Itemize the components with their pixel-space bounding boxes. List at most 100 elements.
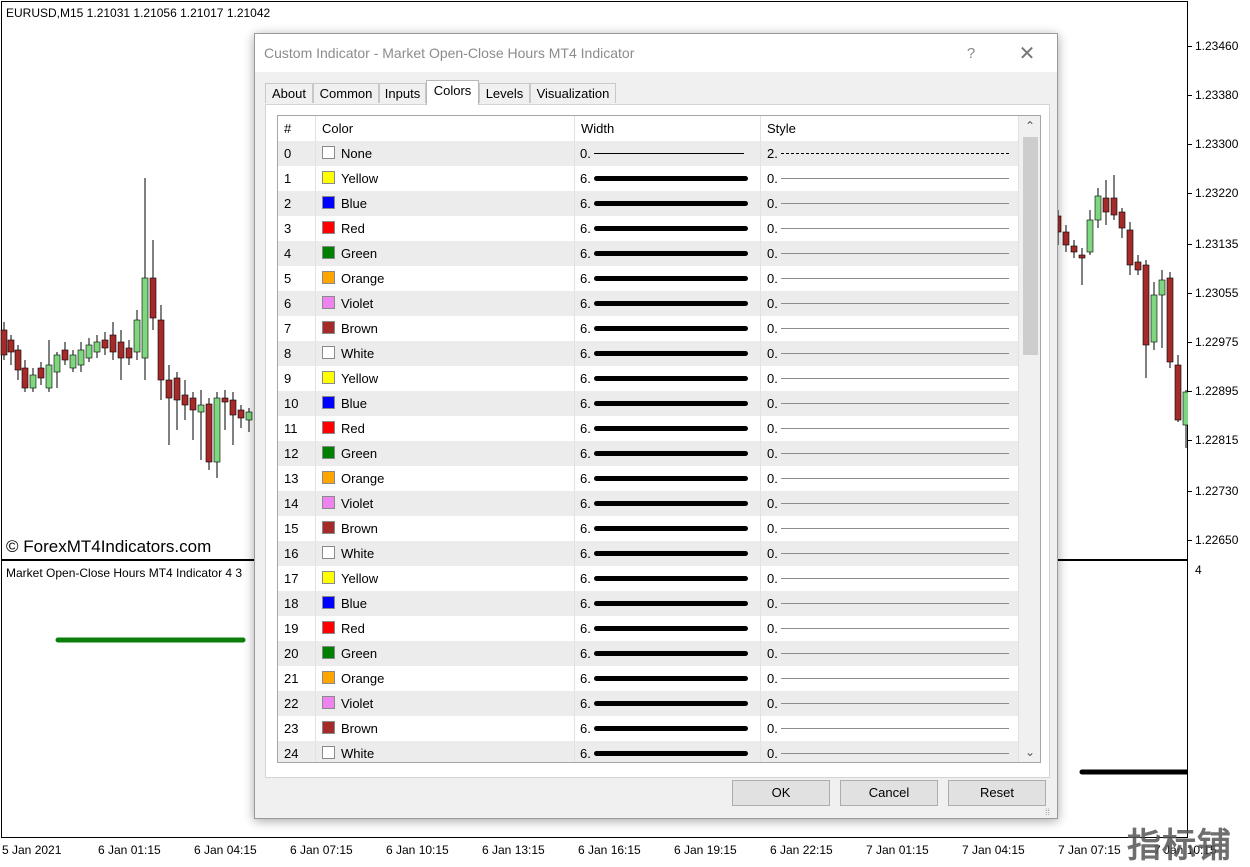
- tab-visualization[interactable]: Visualization: [530, 83, 616, 103]
- style-cell[interactable]: 0.: [761, 541, 1018, 566]
- style-cell[interactable]: 0.: [761, 166, 1018, 191]
- colors-list[interactable]: # Color Width Style 0 None 0. 2. 1 Yellow 6. 0.…: [277, 115, 1041, 763]
- list-item[interactable]: 7 Brown 6. 0.: [278, 316, 1018, 341]
- width-cell[interactable]: 6.: [575, 716, 761, 741]
- width-cell[interactable]: 6.: [575, 341, 761, 366]
- list-item[interactable]: 24 White 6. 0.: [278, 741, 1018, 762]
- color-cell[interactable]: Brown: [316, 316, 575, 341]
- list-item[interactable]: 14 Violet 6. 0.: [278, 491, 1018, 516]
- width-cell[interactable]: 0.: [575, 141, 761, 166]
- list-item[interactable]: 2 Blue 6. 0.: [278, 191, 1018, 216]
- color-cell[interactable]: Violet: [316, 491, 575, 516]
- dialog-titlebar[interactable]: Custom Indicator - Market Open-Close Hou…: [255, 34, 1057, 72]
- list-item[interactable]: 16 White 6. 0.: [278, 541, 1018, 566]
- color-cell[interactable]: Red: [316, 416, 575, 441]
- width-cell[interactable]: 6.: [575, 416, 761, 441]
- color-cell[interactable]: Blue: [316, 591, 575, 616]
- list-item[interactable]: 10 Blue 6. 0.: [278, 391, 1018, 416]
- list-item[interactable]: 5 Orange 6. 0.: [278, 266, 1018, 291]
- width-cell[interactable]: 6.: [575, 241, 761, 266]
- color-cell[interactable]: Green: [316, 441, 575, 466]
- style-cell[interactable]: 0.: [761, 341, 1018, 366]
- ok-button[interactable]: OK: [732, 780, 830, 806]
- color-cell[interactable]: Yellow: [316, 166, 575, 191]
- width-cell[interactable]: 6.: [575, 516, 761, 541]
- list-item[interactable]: 0 None 0. 2.: [278, 141, 1018, 166]
- width-cell[interactable]: 6.: [575, 591, 761, 616]
- color-cell[interactable]: Orange: [316, 266, 575, 291]
- list-item[interactable]: 9 Yellow 6. 0.: [278, 366, 1018, 391]
- chevron-down-icon[interactable]: ⌄: [1019, 742, 1040, 762]
- list-item[interactable]: 12 Green 6. 0.: [278, 441, 1018, 466]
- style-cell[interactable]: 0.: [761, 641, 1018, 666]
- style-cell[interactable]: 0.: [761, 666, 1018, 691]
- scrollbar-thumb[interactable]: [1023, 137, 1038, 355]
- width-cell[interactable]: 6.: [575, 291, 761, 316]
- reset-button[interactable]: Reset: [948, 780, 1046, 806]
- column-header-style[interactable]: Style: [761, 116, 1018, 141]
- color-cell[interactable]: Yellow: [316, 366, 575, 391]
- list-item[interactable]: 21 Orange 6. 0.: [278, 666, 1018, 691]
- color-cell[interactable]: Green: [316, 241, 575, 266]
- style-cell[interactable]: 0.: [761, 391, 1018, 416]
- column-header-index[interactable]: #: [278, 116, 316, 141]
- width-cell[interactable]: 6.: [575, 691, 761, 716]
- color-cell[interactable]: Orange: [316, 466, 575, 491]
- color-cell[interactable]: Orange: [316, 666, 575, 691]
- list-item[interactable]: 23 Brown 6. 0.: [278, 716, 1018, 741]
- tab-levels[interactable]: Levels: [479, 83, 530, 103]
- column-header-color[interactable]: Color: [316, 116, 575, 141]
- style-cell[interactable]: 0.: [761, 741, 1018, 762]
- style-cell[interactable]: 0.: [761, 266, 1018, 291]
- width-cell[interactable]: 6.: [575, 666, 761, 691]
- color-cell[interactable]: White: [316, 341, 575, 366]
- color-cell[interactable]: Violet: [316, 691, 575, 716]
- width-cell[interactable]: 6.: [575, 566, 761, 591]
- list-item[interactable]: 19 Red 6. 0.: [278, 616, 1018, 641]
- time-axis[interactable]: 5 Jan 2021 6 Jan 01:15 6 Jan 04:15 6 Jan 07…: [0, 839, 1217, 861]
- color-cell[interactable]: White: [316, 541, 575, 566]
- chevron-up-icon[interactable]: ⌃: [1019, 116, 1040, 136]
- style-cell[interactable]: 0.: [761, 416, 1018, 441]
- color-cell[interactable]: Brown: [316, 516, 575, 541]
- color-cell[interactable]: Brown: [316, 716, 575, 741]
- width-cell[interactable]: 6.: [575, 641, 761, 666]
- list-item[interactable]: 4 Green 6. 0.: [278, 241, 1018, 266]
- width-cell[interactable]: 6.: [575, 491, 761, 516]
- style-cell[interactable]: 0.: [761, 191, 1018, 216]
- style-cell[interactable]: 0.: [761, 616, 1018, 641]
- style-cell[interactable]: 0.: [761, 591, 1018, 616]
- style-cell[interactable]: 0.: [761, 366, 1018, 391]
- color-cell[interactable]: Blue: [316, 191, 575, 216]
- style-cell[interactable]: 0.: [761, 241, 1018, 266]
- width-cell[interactable]: 6.: [575, 191, 761, 216]
- width-cell[interactable]: 6.: [575, 216, 761, 241]
- width-cell[interactable]: 6.: [575, 166, 761, 191]
- tab-inputs[interactable]: Inputs: [379, 83, 426, 103]
- width-cell[interactable]: 6.: [575, 441, 761, 466]
- help-button[interactable]: ?: [959, 43, 983, 65]
- width-cell[interactable]: 6.: [575, 616, 761, 641]
- tab-colors[interactable]: Colors: [426, 80, 479, 105]
- list-item[interactable]: 20 Green 6. 0.: [278, 641, 1018, 666]
- width-cell[interactable]: 6.: [575, 316, 761, 341]
- width-cell[interactable]: 6.: [575, 541, 761, 566]
- list-item[interactable]: 11 Red 6. 0.: [278, 416, 1018, 441]
- list-item[interactable]: 22 Violet 6. 0.: [278, 691, 1018, 716]
- color-cell[interactable]: Yellow: [316, 566, 575, 591]
- color-cell[interactable]: Violet: [316, 291, 575, 316]
- list-item[interactable]: 17 Yellow 6. 0.: [278, 566, 1018, 591]
- resize-grip-icon[interactable]: ⁞⁞: [1045, 807, 1055, 817]
- list-item[interactable]: 1 Yellow 6. 0.: [278, 166, 1018, 191]
- color-cell[interactable]: Green: [316, 641, 575, 666]
- color-cell[interactable]: Red: [316, 616, 575, 641]
- style-cell[interactable]: 0.: [761, 566, 1018, 591]
- tab-common[interactable]: Common: [313, 83, 379, 103]
- style-cell[interactable]: 0.: [761, 441, 1018, 466]
- price-axis[interactable]: 1.23460 1.23380 1.23300 1.23220 1.23135 1.230…: [1188, 0, 1250, 840]
- list-item[interactable]: 18 Blue 6. 0.: [278, 591, 1018, 616]
- list-item[interactable]: 3 Red 6. 0.: [278, 216, 1018, 241]
- tab-about[interactable]: About: [265, 83, 313, 103]
- color-cell[interactable]: White: [316, 741, 575, 762]
- style-cell[interactable]: 0.: [761, 466, 1018, 491]
